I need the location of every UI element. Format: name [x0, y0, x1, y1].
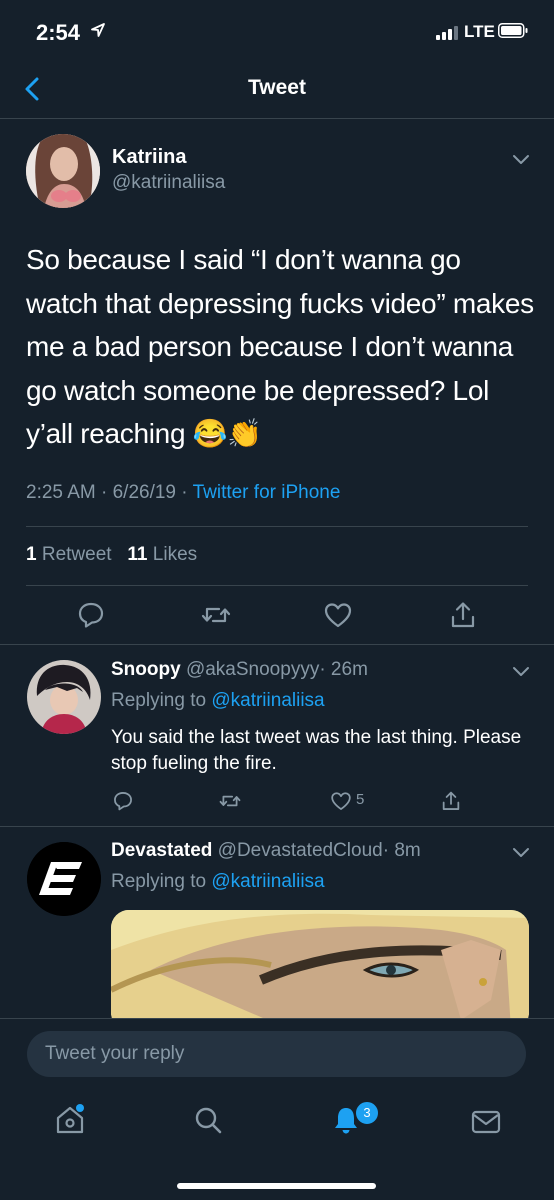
- avatar-image: [26, 134, 100, 208]
- avatar[interactable]: [27, 660, 101, 734]
- home-indicator: [177, 1183, 376, 1189]
- divider: [0, 826, 554, 827]
- tweet-stats: 1 Retweet 11 Likes: [26, 544, 197, 566]
- likes-count: 11: [127, 544, 148, 565]
- replying-to: Replying to @katriinaliisa: [111, 871, 325, 893]
- network-type: LTE: [464, 22, 495, 41]
- reply-icon[interactable]: [112, 790, 134, 812]
- retweets-label: Retweet: [41, 544, 112, 565]
- chevron-down-icon[interactable]: [512, 847, 530, 859]
- notifications-badge: 3: [354, 1100, 380, 1126]
- avatar[interactable]: [26, 134, 100, 208]
- likes-label: Likes: [152, 544, 198, 565]
- tweet-date: 6/26/19: [112, 482, 177, 503]
- search-icon[interactable]: [192, 1104, 224, 1136]
- reply-like-count: 5: [356, 791, 365, 808]
- retweets-count: 1: [26, 544, 37, 565]
- meta-separator: ·: [181, 482, 188, 503]
- signal-bars-icon: [436, 26, 458, 40]
- reply-age: · 8m: [382, 840, 421, 861]
- replying-to: Replying to @katriinaliisa: [111, 690, 325, 712]
- reply-author-handle[interactable]: @akaSnoopyyy: [186, 659, 319, 680]
- reply-author-name[interactable]: Devastated: [111, 840, 212, 861]
- reply-author-name[interactable]: Snoopy: [111, 659, 181, 680]
- share-icon[interactable]: [440, 790, 462, 812]
- divider: [0, 644, 554, 645]
- reply-header: Devastated @DevastatedCloud· 8m: [111, 840, 421, 862]
- divider: [26, 585, 528, 586]
- replying-label: Replying to: [111, 690, 207, 711]
- tweet-meta: 2:25 AM · 6/26/19 · Twitter for iPhone: [26, 482, 340, 504]
- divider: [0, 118, 554, 119]
- author-handle[interactable]: @katriinaliisa: [112, 172, 225, 194]
- author-name[interactable]: Katriina: [112, 146, 186, 169]
- reply-text: You said the last tweet was the last thi…: [111, 727, 522, 774]
- divider: [26, 526, 528, 527]
- likes-stat[interactable]: 11 Likes: [127, 544, 197, 565]
- reply-age: · 26m: [319, 659, 368, 680]
- messages-envelope-icon[interactable]: [470, 1106, 502, 1138]
- reply-input[interactable]: Tweet your reply: [27, 1031, 526, 1077]
- logo-e-icon: [27, 842, 101, 916]
- share-icon[interactable]: [448, 600, 478, 630]
- retweets-stat[interactable]: 1 Retweet: [26, 544, 112, 565]
- tweet-text: So because I said “I don’t wanna go watc…: [26, 244, 534, 449]
- divider: [0, 1018, 554, 1019]
- battery-icon: [498, 23, 528, 38]
- avatar[interactable]: [27, 842, 101, 916]
- reply-header: Snoopy @akaSnoopyyy· 26m: [111, 659, 368, 681]
- heart-icon[interactable]: [323, 600, 353, 630]
- tweet-time: 2:25 AM: [26, 482, 96, 503]
- reply-author-handle[interactable]: @DevastatedCloud: [218, 840, 383, 861]
- chevron-down-icon[interactable]: [512, 154, 530, 166]
- media-illustration: [111, 910, 529, 1030]
- retweet-icon[interactable]: [201, 600, 231, 630]
- heart-icon[interactable]: [330, 790, 352, 812]
- location-arrow-icon: [91, 23, 105, 37]
- chevron-down-icon[interactable]: [512, 666, 530, 678]
- reply-media-image[interactable]: [111, 910, 529, 1030]
- replying-label: Replying to: [111, 871, 207, 892]
- reply-icon[interactable]: [76, 600, 106, 630]
- avatar-image: [27, 660, 101, 734]
- meta-separator: ·: [101, 482, 108, 503]
- status-time: 2:54: [36, 20, 81, 45]
- replying-to-handle[interactable]: @katriinaliisa: [211, 690, 324, 711]
- replying-to-handle[interactable]: @katriinaliisa: [211, 871, 324, 892]
- tweet-source-link[interactable]: Twitter for iPhone: [193, 482, 341, 503]
- page-title: Tweet: [248, 76, 306, 99]
- retweet-icon[interactable]: [219, 790, 241, 812]
- home-icon[interactable]: [54, 1104, 86, 1136]
